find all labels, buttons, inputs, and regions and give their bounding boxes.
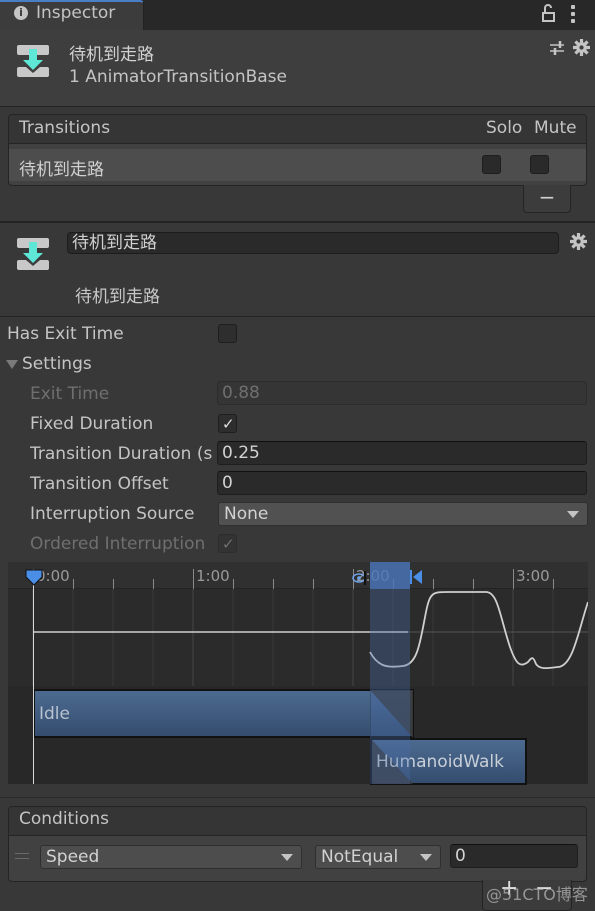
drag-handle-icon[interactable] <box>15 853 29 859</box>
ruler-tick <box>473 579 474 589</box>
transition-name-input[interactable]: 待机到走路 <box>67 232 559 254</box>
clip-idle-label: Idle <box>39 704 70 724</box>
gear-icon[interactable] <box>573 39 590 56</box>
transition-range-highlight[interactable] <box>370 562 410 784</box>
transition-offset-field[interactable]: 0 <box>217 471 587 495</box>
watermark: @51CTO博客 <box>486 885 588 904</box>
playhead-line <box>33 585 34 784</box>
mute-label: Mute <box>534 118 577 138</box>
kebab-menu-icon[interactable] <box>570 5 576 23</box>
condition-mode-dropdown[interactable]: NotEqual <box>315 845 441 869</box>
ruler-tick <box>553 579 554 589</box>
chevron-down-icon <box>420 854 432 861</box>
chevron-down-icon <box>567 511 579 518</box>
mute-checkbox[interactable] <box>530 155 549 174</box>
ruler-tick <box>233 579 234 589</box>
solo-checkbox[interactable] <box>482 155 501 174</box>
transition-end-marker-icon[interactable] <box>410 569 424 585</box>
has-exit-time-checkbox[interactable] <box>218 324 237 343</box>
ruler-tick <box>273 579 274 589</box>
ruler-tick <box>193 569 194 589</box>
condition-parameter-value: Speed <box>46 847 100 867</box>
condition-parameter-dropdown[interactable]: Speed <box>40 845 302 869</box>
divider <box>0 221 595 223</box>
exit-time-field[interactable]: 0.88 <box>217 381 587 405</box>
divider <box>0 797 595 798</box>
animator-transition-icon <box>17 45 49 77</box>
transition-offset-label: Transition Offset <box>30 474 169 494</box>
transition-start-marker-icon[interactable] <box>352 571 366 585</box>
condition-mode-value: NotEqual <box>321 847 399 867</box>
checkmark-icon: ✓ <box>222 535 235 553</box>
header-title: 待机到走路 <box>69 45 154 65</box>
foldout-arrow-icon[interactable] <box>6 360 18 369</box>
has-exit-time-label: Has Exit Time <box>7 324 124 344</box>
interruption-source-label: Interruption Source <box>30 504 195 524</box>
checkmark-icon: ✓ <box>222 415 235 433</box>
ordered-interruption-checkbox[interactable]: ✓ <box>218 534 237 553</box>
exit-time-label: Exit Time <box>30 384 110 404</box>
transition-subtitle: 待机到走路 <box>75 287 160 307</box>
transition-duration-field[interactable]: 0.25 <box>217 441 587 465</box>
divider <box>0 316 595 317</box>
info-icon: i <box>14 6 28 20</box>
ruler-ticks: 0:001:002:003:00 <box>8 562 588 589</box>
preset-icon[interactable] <box>549 40 565 56</box>
fixed-duration-checkbox[interactable]: ✓ <box>218 414 237 433</box>
ruler-tick-label: 1:00 <box>196 567 230 585</box>
gear-icon[interactable] <box>570 233 587 250</box>
ruler-tick <box>113 579 114 589</box>
ruler-tick <box>73 579 74 589</box>
tab-label: Inspector <box>36 3 116 23</box>
condition-value-field[interactable]: 0 <box>450 844 578 868</box>
ruler-tick <box>513 569 514 589</box>
ruler-tick <box>153 579 154 589</box>
transition-name: 待机到走路 <box>19 160 104 180</box>
interruption-source-dropdown[interactable]: None <box>218 502 588 526</box>
settings-foldout[interactable]: Settings <box>22 354 92 374</box>
playhead-marker-icon[interactable] <box>25 569 43 587</box>
ordered-interruption-label: Ordered Interruption <box>30 534 206 554</box>
conditions-title: Conditions <box>19 809 109 829</box>
solo-label: Solo <box>486 118 523 138</box>
ruler-tick-label: 3:00 <box>516 567 550 585</box>
header-subtitle: 1 AnimatorTransitionBase <box>69 67 287 87</box>
remove-transition-button[interactable]: − <box>523 185 571 213</box>
animator-transition-icon <box>17 238 49 270</box>
interruption-source-value: None <box>224 504 269 524</box>
lock-icon[interactable] <box>541 4 557 22</box>
chevron-down-icon <box>281 854 293 861</box>
ruler-tick <box>313 579 314 589</box>
clip-idle[interactable] <box>33 689 414 738</box>
fixed-duration-label: Fixed Duration <box>30 414 154 434</box>
ruler-tick <box>433 579 434 589</box>
transition-range-ruler[interactable] <box>370 562 410 589</box>
transitions-title: Transitions <box>19 118 111 138</box>
transition-duration-label: Transition Duration (s <box>30 444 213 464</box>
